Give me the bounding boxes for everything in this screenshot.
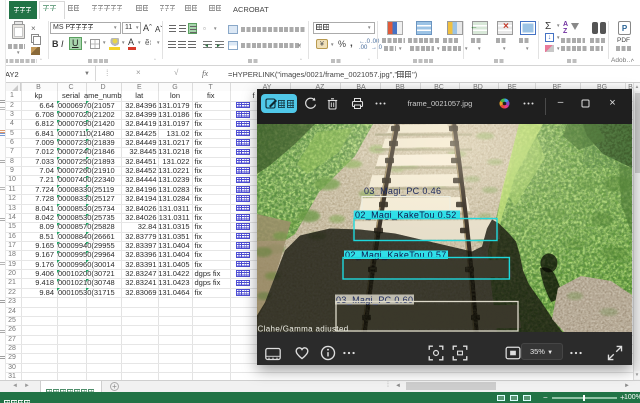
svg-text:03_Magi_PC 0.60: 03_Magi_PC 0.60 (336, 294, 413, 304)
svg-text:02_Magi_KakeTou 0.57: 02_Magi_KakeTou 0.57 (345, 250, 447, 260)
svg-text:Clahe/Gamma adjusted: Clahe/Gamma adjusted (258, 324, 349, 332)
svg-text:03_Magi_PC 0.46: 03_Magi_PC 0.46 (364, 186, 441, 196)
